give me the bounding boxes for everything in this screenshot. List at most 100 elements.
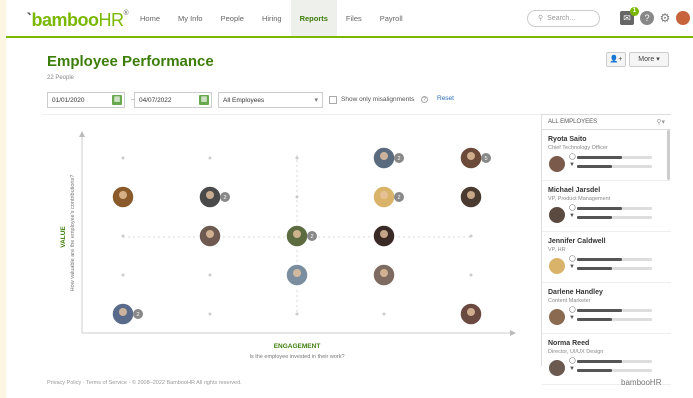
top-nav-bar: ˋbambooHR® Home My Info People Hiring Report… (6, 0, 693, 38)
chevron-down-icon: ▾ (656, 56, 660, 63)
more-button[interactable]: More ▾ (629, 52, 669, 67)
employee-avatar (549, 207, 565, 223)
nav-home[interactable]: Home (131, 0, 169, 36)
value-bar (577, 165, 612, 168)
employee-name[interactable]: Jennifer Caldwell (548, 238, 671, 245)
grid-dot (295, 156, 299, 160)
grid-dot (121, 234, 125, 238)
engagement-bar-track (622, 309, 652, 312)
value-bar-track (612, 165, 652, 168)
person-add-icon: 👤+ (609, 56, 623, 63)
engagement-bar (577, 258, 622, 261)
engagement-icon: ◯ (569, 154, 576, 160)
y-axis-question: How valuable are the employee's contribu… (70, 175, 76, 292)
value-bar (577, 318, 612, 321)
avatar-face (206, 230, 214, 238)
help-circle-icon[interactable]: ? (421, 96, 428, 103)
engagement-bar-track (622, 360, 652, 363)
employee-card[interactable]: Michael Jarsdel VP, Product Management ◯ ▼ (542, 181, 671, 232)
x-axis-question: Is the employee invested in their work? (249, 354, 344, 360)
calendar-icon[interactable]: ▦ (112, 95, 122, 105)
performance-grid: 2 5 2 2 2 2 VALUE How valuable are the employ… (43, 114, 541, 366)
grid-dot (208, 156, 212, 160)
search-icon: ⚲ (538, 15, 544, 22)
value-bar (577, 216, 612, 219)
add-person-button[interactable]: 👤+ (606, 52, 626, 67)
x-axis-title: ENGAGEMENT (274, 343, 321, 350)
employee-card[interactable]: Darlene Handley Content Marketer ◯ ▼ (542, 283, 671, 334)
avatar-face (293, 269, 301, 277)
help-icon[interactable]: ? (640, 11, 654, 25)
avatar-face (380, 269, 388, 277)
engagement-bar-track (622, 207, 652, 210)
employee-name[interactable]: Darlene Handley (548, 289, 671, 296)
grid-dot (295, 312, 299, 316)
grid-dot (469, 273, 473, 277)
footer-text: Privacy Policy · Terms of Service · © 20… (47, 380, 242, 386)
misalignment-label: Show only misalignments (341, 96, 415, 103)
sidebar-scrollbar[interactable] (667, 130, 670, 180)
avatar-face (206, 191, 214, 199)
engagement-bar-track (622, 156, 652, 159)
gear-icon[interactable]: ⚙ (658, 11, 672, 25)
avatar-face (380, 191, 388, 199)
end-date-field[interactable]: 04/07/2022 ▦ (134, 92, 212, 108)
avatar[interactable] (676, 11, 690, 25)
avatar-face (119, 191, 127, 199)
grid-dot (121, 273, 125, 277)
employee-avatar (549, 258, 565, 274)
app-window: ˋbambooHR® Home My Info People Hiring Report… (6, 0, 693, 398)
employee-name[interactable]: Ryota Saito (548, 136, 671, 143)
value-bar-track (612, 318, 652, 321)
sidebar-header: ALL EMPLOYEES ⚲▾ (542, 115, 671, 130)
calendar-icon[interactable]: ▦ (199, 95, 209, 105)
employee-name[interactable]: Norma Reed (548, 340, 671, 347)
extra-count-label: 2 (136, 312, 139, 318)
nav-hiring[interactable]: Hiring (253, 0, 291, 36)
value-icon: ▼ (569, 213, 575, 219)
avatar-face (293, 230, 301, 238)
extra-count-label: 2 (223, 195, 226, 201)
search-input[interactable]: ⚲ Search... (527, 10, 600, 27)
employee-avatar (549, 309, 565, 325)
nav-reports[interactable]: Reports (290, 0, 337, 36)
employee-role: VP, HR (548, 247, 566, 253)
engagement-bar (577, 309, 622, 312)
value-icon: ▼ (569, 315, 575, 321)
value-icon: ▼ (569, 162, 575, 168)
nav-files[interactable]: Files (337, 0, 371, 36)
value-icon: ▼ (569, 366, 575, 372)
search-icon[interactable]: ⚲▾ (656, 118, 665, 126)
people-count: 22 People (47, 75, 75, 81)
employee-card[interactable]: Jennifer Caldwell VP, HR ◯ ▼ (542, 232, 671, 283)
footer-logo: bambooHR (621, 378, 662, 387)
employee-name[interactable]: Michael Jarsdel (548, 187, 671, 194)
employee-select[interactable]: All Employees ▾ (218, 92, 323, 108)
engagement-icon: ◯ (569, 205, 576, 211)
start-date-field[interactable]: 01/01/2020 ▦ (47, 92, 125, 108)
avatar-face (467, 308, 475, 316)
performance-chart: 2 5 2 2 2 2 VALUE How valuable are the employ… (60, 131, 516, 360)
employee-avatar (549, 360, 565, 376)
nav-payroll[interactable]: Payroll (371, 0, 412, 36)
nav-people[interactable]: People (212, 0, 253, 36)
value-icon: ▼ (569, 264, 575, 270)
nav-my-info[interactable]: My Info (169, 0, 212, 36)
x-axis-arrow (510, 330, 516, 336)
misalignment-checkbox[interactable] (329, 96, 337, 104)
extra-count-label: 5 (484, 156, 487, 162)
grid-dot (382, 312, 386, 316)
engagement-icon: ◯ (569, 358, 576, 364)
employee-role: Chief Technology Officer (548, 145, 608, 151)
value-bar (577, 369, 612, 372)
employee-role: Content Marketer (548, 298, 591, 304)
employee-card[interactable]: Ryota Saito Chief Technology Officer ◯ ▼ (542, 130, 671, 181)
bamboohr-logo[interactable]: ˋbambooHR® (26, 10, 129, 31)
employee-role: Director, UI/UX Design (548, 349, 604, 355)
reset-link[interactable]: Reset (437, 95, 454, 102)
employee-role: VP, Product Management (548, 196, 611, 202)
grid-dot (208, 273, 212, 277)
grid-dot (208, 312, 212, 316)
avatar-face (119, 308, 127, 316)
y-axis-title: VALUE (60, 226, 67, 248)
